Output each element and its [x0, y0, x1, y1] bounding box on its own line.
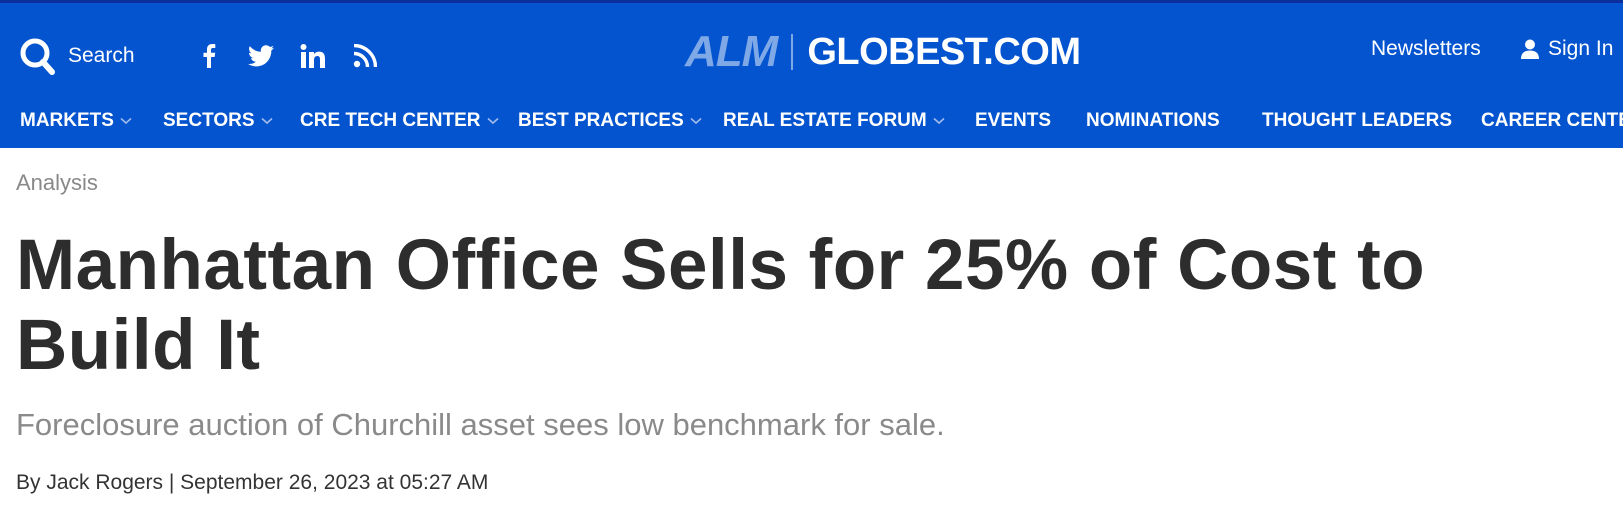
site-header: Search ALM GLOBEST.COM Newsletters Sign … [0, 3, 1623, 148]
nav-item-nominations[interactable]: NOMINATIONS [1086, 103, 1220, 139]
nav-item-best-practices[interactable]: BEST PRACTICES [518, 103, 702, 139]
globest-logo: GLOBEST.COM [807, 30, 1081, 73]
nav-item-sectors[interactable]: SECTORS [163, 103, 273, 139]
chevron-down-icon [690, 117, 702, 125]
nav-item-label: BEST PRACTICES [518, 110, 684, 131]
search-icon [20, 38, 55, 75]
search-label: Search [68, 44, 135, 67]
sign-in-link[interactable]: Sign In [1521, 37, 1613, 61]
twitter-icon[interactable] [248, 43, 274, 69]
nav-item-label: MARKETS [20, 110, 114, 131]
chevron-down-icon [933, 117, 945, 125]
chevron-down-icon [486, 117, 499, 125]
article-subtitle: Foreclosure auction of Churchill asset s… [16, 407, 945, 442]
nav-item-real-estate-forum[interactable]: REAL ESTATE FORUM [723, 103, 945, 139]
nav-item-label: CAREER CENTER [1481, 110, 1623, 131]
nav-item-label: SECTORS [163, 110, 255, 131]
nav-item-label: THOUGHT LEADERS [1262, 110, 1452, 131]
user-icon [1521, 39, 1539, 59]
nav-item-cre-tech-center[interactable]: CRE TECH CENTER [300, 103, 499, 139]
sign-in-label: Sign In [1548, 37, 1614, 60]
chevron-down-icon [120, 117, 132, 125]
nav-item-label: EVENTS [975, 110, 1052, 131]
facebook-icon[interactable] [196, 43, 222, 69]
chevron-down-icon [260, 117, 273, 125]
nav-item-events[interactable]: EVENTS [975, 103, 1051, 139]
nav-item-thought-leaders[interactable]: THOUGHT LEADERS [1262, 103, 1452, 139]
nav-item-markets[interactable]: MARKETS [20, 103, 132, 139]
alm-logo: ALM [685, 27, 778, 76]
search-button[interactable]: Search [18, 36, 135, 76]
site-logo[interactable]: ALM GLOBEST.COM [685, 27, 1081, 77]
rss-icon[interactable] [352, 43, 378, 69]
logo-divider [791, 34, 794, 70]
newsletters-link[interactable]: Newsletters [1371, 37, 1481, 61]
linkedin-icon[interactable] [300, 43, 326, 69]
nav-item-label: NOMINATIONS [1086, 110, 1220, 131]
social-links [196, 43, 404, 69]
article-byline: By Jack Rogers | September 26, 2023 at 0… [16, 471, 489, 494]
nav-item-label: REAL ESTATE FORUM [723, 110, 927, 131]
article-category[interactable]: Analysis [16, 170, 98, 196]
nav-item-label: CRE TECH CENTER [300, 110, 481, 131]
nav-item-career-center[interactable]: CAREER CENTER [1481, 103, 1623, 139]
article-headline: Manhattan Office Sells for 25% of Cost t… [16, 226, 1426, 385]
